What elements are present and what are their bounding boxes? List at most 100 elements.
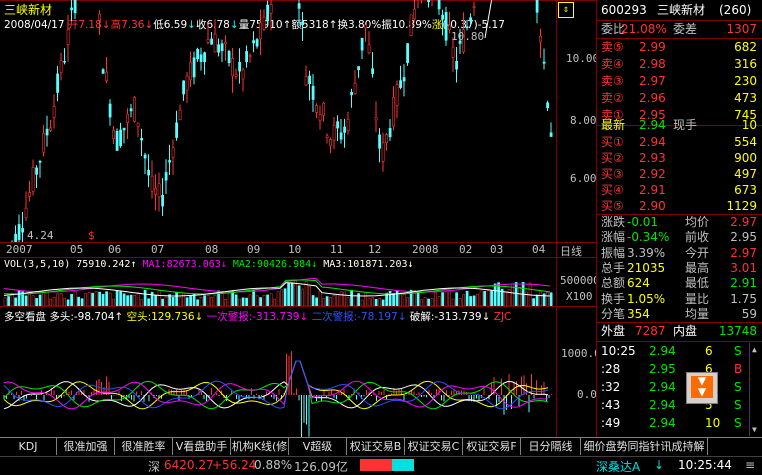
volume-bar [136,292,140,306]
volume-bar [472,295,476,306]
indicator-tab[interactable]: 日分隔线 [521,438,581,455]
indicator-tab[interactable]: KDJ [0,438,57,455]
diff-label: 委差 [673,22,698,36]
candle [66,14,70,62]
volume-bar [518,286,521,306]
time-label: 11 [330,243,344,256]
candle [409,14,413,36]
min-price-label: 4.24 [27,229,54,242]
volume-bar [255,295,259,306]
volume-bar [203,295,206,306]
period-label[interactable]: 日线 [560,243,582,259]
candle [444,6,448,46]
candle [24,191,28,222]
volume-bar [220,292,224,306]
volume-bar [395,289,399,306]
volume-bar [171,296,175,306]
stat-row: 分笔 354 均量 59 [597,306,762,323]
candle [417,0,419,9]
volume-bar [234,294,238,306]
bid-row: 买④ 2.91 673 [597,182,762,199]
volume-bar [357,293,360,306]
volume-bar [458,298,462,306]
trade-scrollbar[interactable]: ▲ ▼ [749,343,762,436]
candle [227,49,231,67]
volume-bar [290,282,294,306]
indicator-tab[interactable]: 权证交易B [347,438,405,455]
volume-bar [133,295,136,306]
price-tick-1000: 10.00 [566,52,600,65]
status-stock[interactable]: 深桑达A [596,458,640,475]
scroll-up-icon[interactable]: ▲ [752,345,757,354]
candle [381,132,385,172]
candle [413,0,417,22]
candle [140,128,144,157]
time-label: 2008 [412,243,439,256]
indicator-tab[interactable]: 很准胜率 [115,438,173,455]
time-label: 03 [490,243,504,256]
indicator-chart [3,351,552,437]
bid-price: 2.90 [639,199,666,213]
trade-side: S [734,416,742,430]
candle [126,108,130,140]
volume-bar [371,297,374,306]
volume-bar [147,298,150,306]
volume-bar [3,297,7,306]
ask-label: 卖③ [601,74,624,88]
volume-bar [52,296,56,306]
candle [339,118,343,144]
candle [378,128,382,163]
price-tick-800: 8.00 [570,114,597,127]
candle [105,57,109,84]
volume-bar [469,296,472,306]
bid-volume: 1129 [726,199,757,213]
bid-label: 买② [601,151,624,165]
volume-bar [374,299,378,306]
trade-volume: 10 [705,416,721,430]
volume-bar [150,291,154,306]
candle [245,45,249,68]
candle [350,88,354,108]
bid-price: 2.91 [639,183,666,197]
volume-bar [322,298,325,306]
indicator-tab[interactable]: 细价盘势同指针讯成持解 [581,438,708,455]
chart-area[interactable]: 三峡新材 2008/04/17 开7.18↓高7.36↓低6.59↓收6.78↓… [0,0,601,438]
trade-side: B [734,362,743,376]
volume-bar [266,294,269,306]
expand-down-button[interactable]: ▼ ▼ [686,372,718,404]
candle [182,80,186,101]
status-menu-icon[interactable]: ≡ [745,458,755,472]
indicator-tab[interactable]: 权证交易F [463,438,521,455]
stat-value: 354 [627,306,650,321]
trade-row: :43 2.94 5 S [597,397,747,414]
indicator-tab[interactable]: V看盘助手 [173,438,231,455]
volume-bar [273,298,276,306]
volume-bar [462,294,465,306]
volume-bar [269,293,273,306]
candle [164,159,168,195]
candle [262,9,266,31]
trade-side: S [734,380,742,394]
scroll-down-icon[interactable]: ▼ [752,425,757,434]
volume-bar [353,295,357,306]
candle [427,0,431,8]
trade-price: 2.95 [649,362,676,376]
candle [101,68,105,74]
indicator-tab[interactable]: 很准加强 [57,438,115,455]
vol-ma3: MA3:101871.203 [323,259,408,270]
volume-bar [360,299,364,306]
candle [546,100,550,112]
ask-price: 2.97 [639,74,666,88]
indicator-tab[interactable]: 机构K线(修 [231,438,289,455]
bid-row: 买② 2.93 900 [597,150,762,167]
time-label: 02 [459,243,473,256]
max-price-label: 10.80 [451,30,485,43]
candle [241,67,245,92]
candle [343,118,347,148]
indicator-tab[interactable]: V超级MACD [289,438,347,470]
indicator-tab[interactable]: 权证交易C [405,438,463,455]
panel-title: 600293 三峡新材 (260) [597,2,762,19]
candle [108,99,112,126]
volume-bar [31,295,35,306]
candle [234,68,238,80]
